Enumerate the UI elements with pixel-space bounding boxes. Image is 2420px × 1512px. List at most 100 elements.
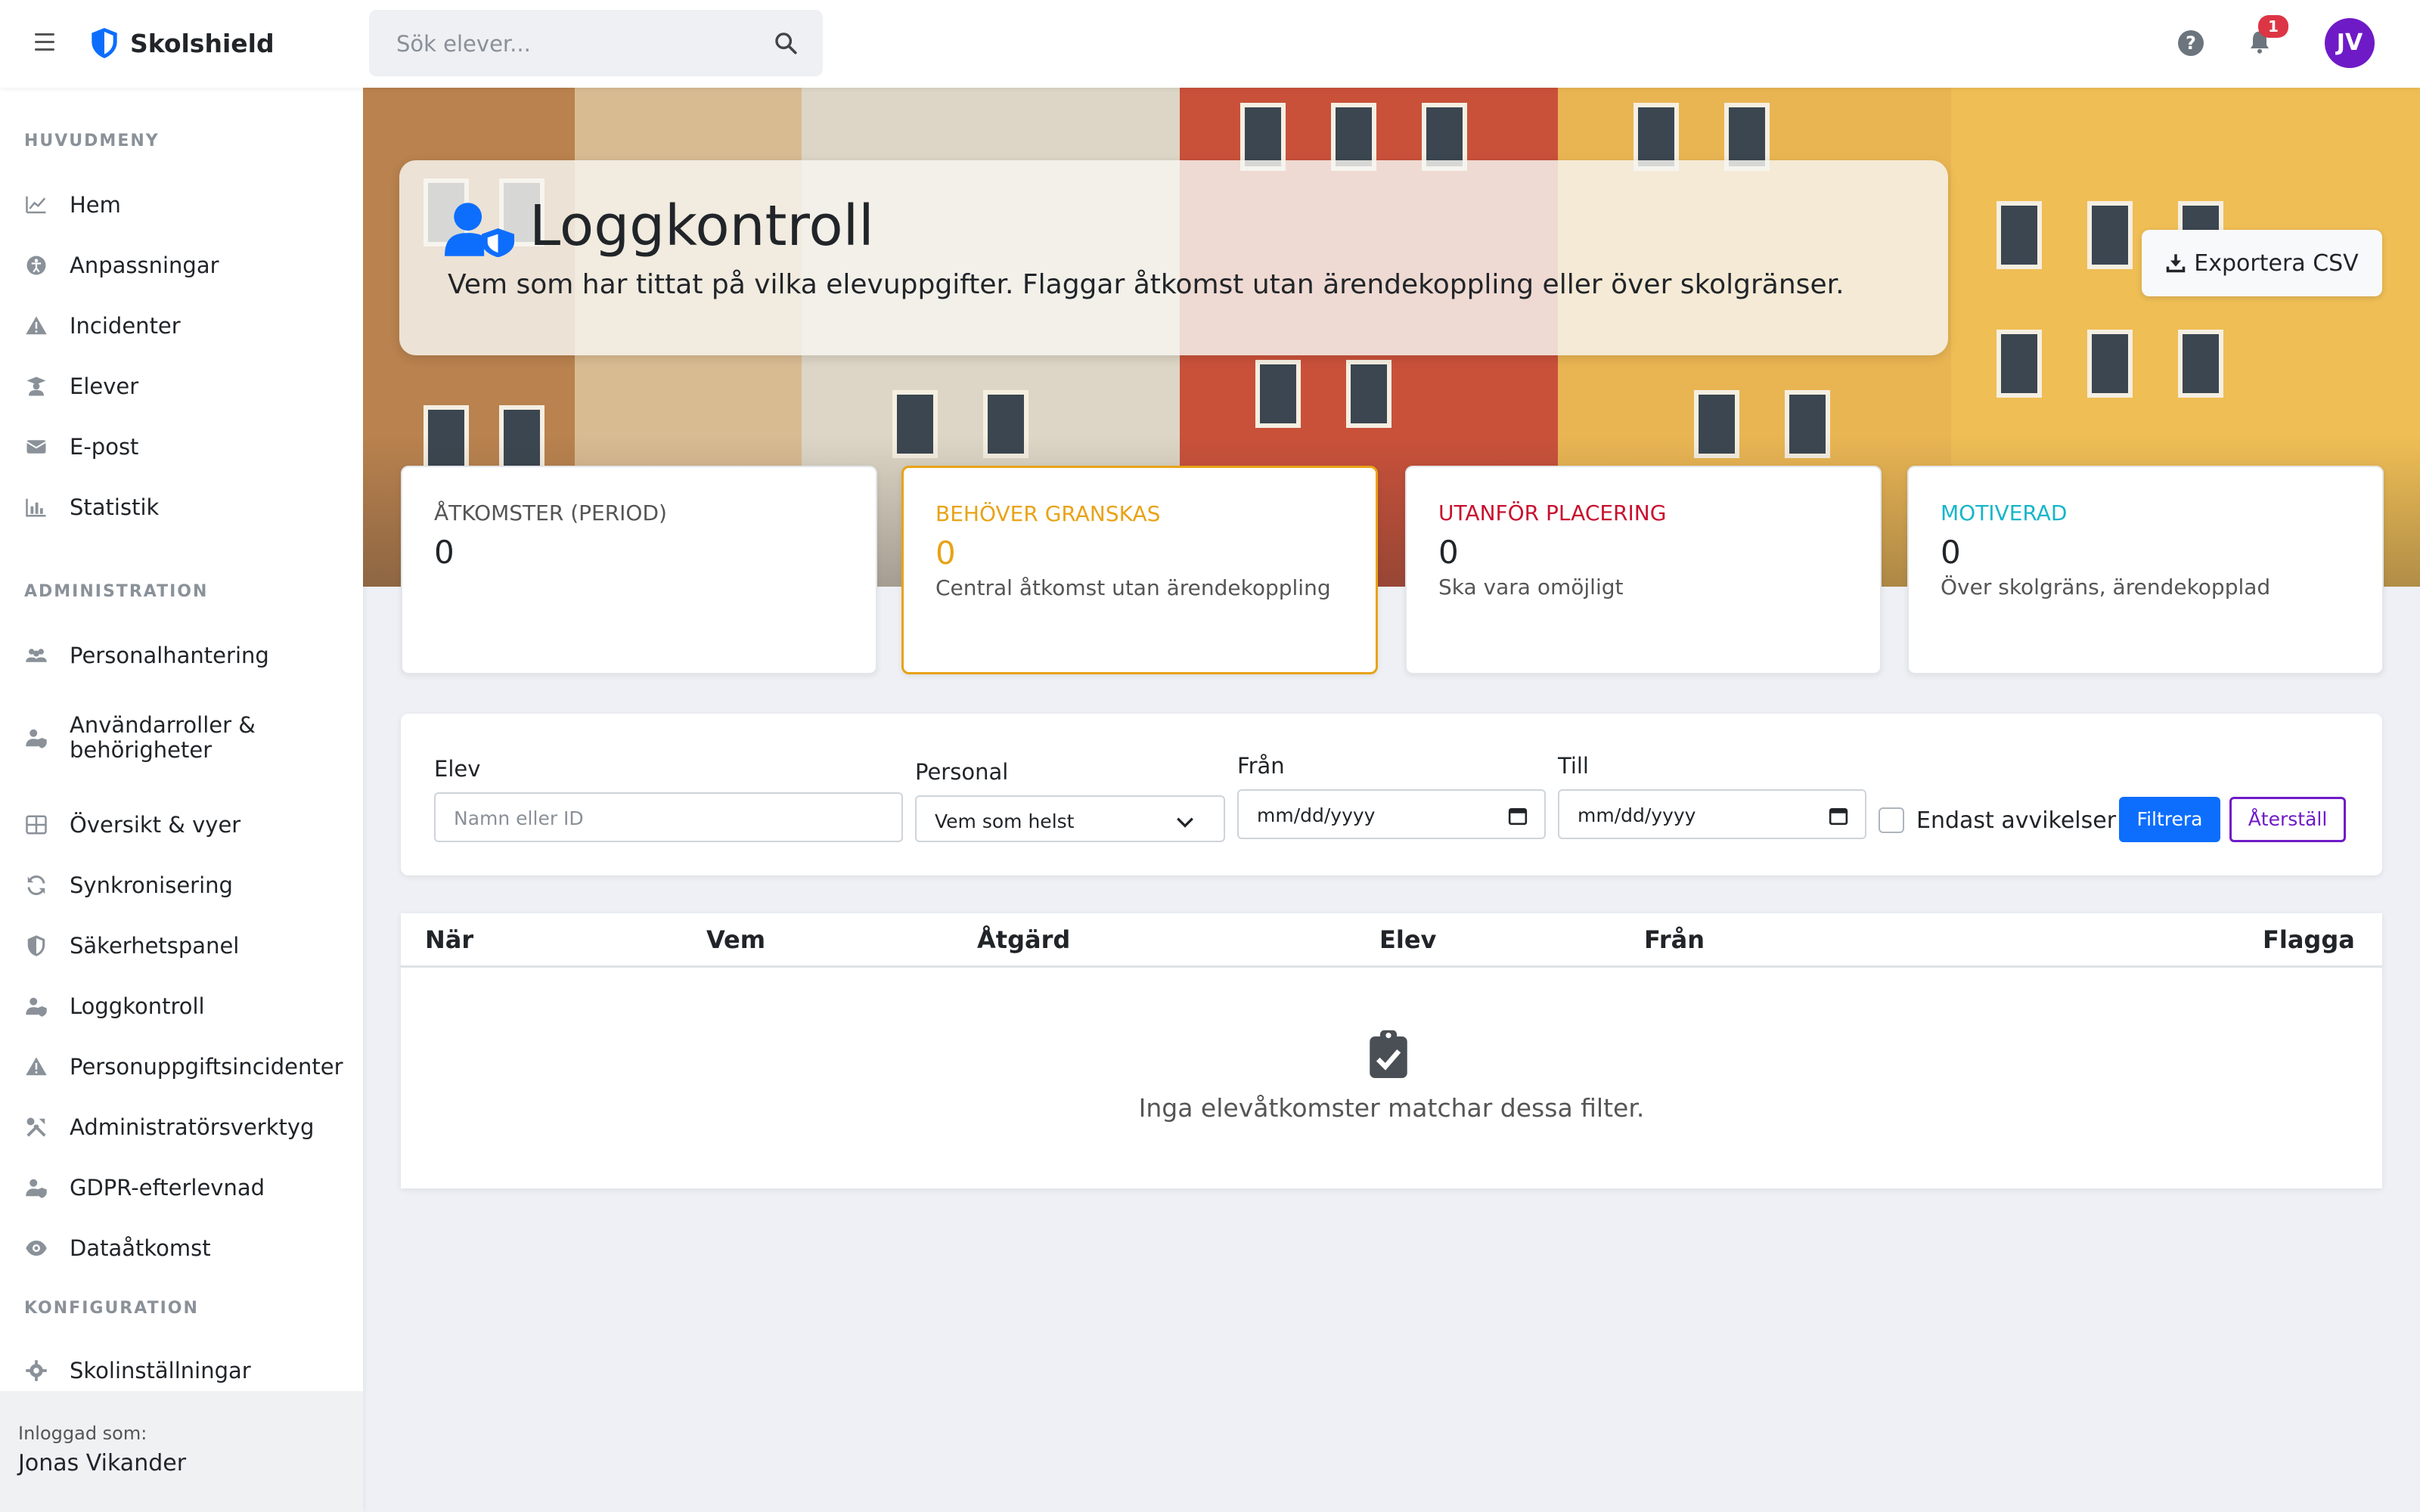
search-input[interactable]: Sök elever... — [369, 10, 823, 76]
from-label: Från — [1237, 753, 1285, 779]
sidebar-item-hem[interactable]: Hem — [0, 178, 363, 231]
calendar-icon[interactable] — [1829, 806, 1848, 826]
sidebar-item-label: Användarroller & behörigheter — [70, 712, 256, 763]
notification-badge: 1 — [2258, 15, 2288, 38]
staff-label: Personal — [915, 759, 1009, 785]
user-shield-icon — [24, 1176, 48, 1200]
sidebar-item-skolinstallningar[interactable]: Skolinställningar — [0, 1344, 363, 1397]
sidebar-item-label: Säkerhetspanel — [70, 932, 240, 959]
user-shield-icon — [24, 726, 48, 750]
sidebar-item-sakerhetspanel[interactable]: Säkerhetspanel — [0, 919, 363, 972]
stat-card-motivated: MOTIVERAD 0 Över skolgräns, ärendekoppla… — [1907, 466, 2384, 674]
sidebar: HUVUDMENY Hem Anpassningar Incidenter El… — [0, 88, 363, 1512]
stat-description: Över skolgräns, ärendekopplad — [1941, 575, 2271, 600]
sidebar-item-oversikt[interactable]: Översikt & vyer — [0, 798, 363, 851]
table-header-row: När Vem Åtgärd Elev Från Flagga — [401, 913, 2382, 968]
sync-icon — [24, 873, 48, 897]
sidebar-item-label: Personuppgiftsincidenter — [70, 1053, 343, 1080]
sidebar-item-label: Dataåtkomst — [70, 1235, 211, 1261]
column-header-when[interactable]: När — [425, 925, 473, 954]
sidebar-item-label: Loggkontroll — [70, 993, 205, 1019]
access-log-table: När Vem Åtgärd Elev Från Flagga Inga ele… — [401, 913, 2382, 1188]
gear-icon — [24, 1359, 48, 1383]
users-icon — [24, 643, 48, 668]
sidebar-item-incidenter[interactable]: Incidenter — [0, 299, 363, 352]
shield-half-icon — [24, 934, 48, 958]
download-icon — [2167, 254, 2186, 273]
sidebar-item-label: Incidenter — [70, 312, 181, 339]
brand[interactable]: Skolshield — [89, 24, 275, 62]
sidebar-item-dataatkomst[interactable]: Dataåtkomst — [0, 1222, 363, 1275]
stat-card-outside-placement: UTANFÖR PLACERING 0 Ska vara omöjligt — [1405, 466, 1882, 674]
search-placeholder: Sök elever... — [396, 31, 531, 57]
column-header-student[interactable]: Elev — [1379, 925, 1436, 954]
avatar[interactable]: JV — [2325, 18, 2375, 68]
column-header-flag[interactable]: Flagga — [2263, 925, 2355, 954]
shield-icon — [92, 28, 117, 58]
stat-description: Ska vara omöjligt — [1438, 575, 1624, 600]
calendar-icon[interactable] — [1508, 806, 1528, 826]
column-header-who[interactable]: Vem — [706, 925, 765, 954]
sidebar-item-anpassningar[interactable]: Anpassningar — [0, 239, 363, 292]
grid-icon — [24, 813, 48, 837]
sidebar-item-label: Elever — [70, 373, 139, 399]
logged-in-label: Inloggad som: — [18, 1423, 147, 1444]
sidebar-item-label: Administratörsverktyg — [70, 1114, 315, 1140]
sidebar-item-administratorsverktyg[interactable]: Administratörsverktyg — [0, 1101, 363, 1154]
search-icon[interactable] — [773, 30, 799, 56]
user-shield-icon — [24, 994, 48, 1018]
sidebar-item-elever[interactable]: Elever — [0, 360, 363, 413]
envelope-icon — [24, 435, 48, 459]
sidebar-item-personalhantering[interactable]: Personalhantering — [0, 629, 363, 682]
warning-icon — [24, 1055, 48, 1079]
only-deviations-label[interactable]: Endast avvikelser — [1916, 807, 2116, 834]
top-bar: Skolshield Sök elever... ? 1 JV — [0, 0, 2420, 88]
tools-icon — [24, 1115, 48, 1139]
section-title-main: HUVUDMENY — [24, 132, 160, 150]
reset-button[interactable]: Återställ — [2229, 797, 2346, 842]
sidebar-item-synkronisering[interactable]: Synkronisering — [0, 859, 363, 912]
stat-title: BEHÖVER GRANSKAS — [935, 501, 1161, 526]
section-title-config: KONFIGURATION — [24, 1299, 199, 1318]
page-header: Loggkontroll Vem som har tittat på vilka… — [399, 160, 1948, 355]
sidebar-item-label: Översikt & vyer — [70, 811, 241, 838]
filter-button[interactable]: Filtrera — [2119, 797, 2220, 842]
sidebar-item-label: Hem — [70, 191, 121, 218]
student-label: Elev — [434, 756, 481, 782]
from-date-placeholder: mm/dd/yyyy — [1257, 804, 1376, 826]
column-header-from[interactable]: Från — [1644, 925, 1705, 954]
sidebar-item-anvandarroller[interactable]: Användarroller & behörigheter — [0, 700, 363, 776]
sidebar-item-statistik[interactable]: Statistik — [0, 481, 363, 534]
bar-chart-icon — [24, 495, 48, 519]
sidebar-item-label: Statistik — [70, 494, 160, 520]
stat-value: 0 — [1438, 534, 1459, 571]
from-date-input[interactable]: mm/dd/yyyy — [1237, 789, 1546, 839]
user-shield-icon — [445, 203, 514, 257]
to-date-input[interactable]: mm/dd/yyyy — [1558, 789, 1866, 839]
stat-value: 0 — [935, 534, 956, 572]
menu-icon[interactable] — [35, 33, 56, 53]
help-icon[interactable]: ? — [2178, 30, 2204, 56]
column-header-action[interactable]: Åtgärd — [977, 925, 1070, 954]
clipboard-check-icon — [1370, 1030, 1407, 1078]
export-csv-button[interactable]: Exportera CSV — [2142, 230, 2382, 296]
logged-in-name: Jonas Vikander — [18, 1450, 187, 1476]
sidebar-item-gdpr[interactable]: GDPR-efterlevnad — [0, 1161, 363, 1214]
stat-card-accesses: ÅTKOMSTER (PERIOD) 0 — [401, 466, 877, 674]
sidebar-item-loggkontroll[interactable]: Loggkontroll — [0, 980, 363, 1033]
stat-title: MOTIVERAD — [1941, 500, 2068, 525]
line-chart-icon — [24, 193, 48, 217]
section-title-admin: ADMINISTRATION — [24, 582, 209, 601]
sidebar-item-personuppgiftsincidenter[interactable]: Personuppgiftsincidenter — [0, 1040, 363, 1093]
page-subtitle: Vem som har tittat på vilka elevuppgifte… — [448, 269, 1844, 300]
empty-state-message: Inga elevåtkomster matchar dessa filter. — [1138, 1093, 1645, 1123]
export-csv-label: Exportera CSV — [2194, 249, 2359, 277]
sidebar-item-label: E-post — [70, 433, 139, 460]
sidebar-item-label: Personalhantering — [70, 642, 269, 668]
only-deviations-checkbox[interactable] — [1879, 807, 1904, 833]
sidebar-item-e-post[interactable]: E-post — [0, 420, 363, 473]
staff-select[interactable]: Vem som helst — [915, 795, 1225, 842]
staff-selected-value: Vem som helst — [935, 810, 1075, 832]
sidebar-item-label: GDPR-efterlevnad — [70, 1174, 265, 1201]
student-input[interactable]: Namn eller ID — [434, 792, 903, 842]
